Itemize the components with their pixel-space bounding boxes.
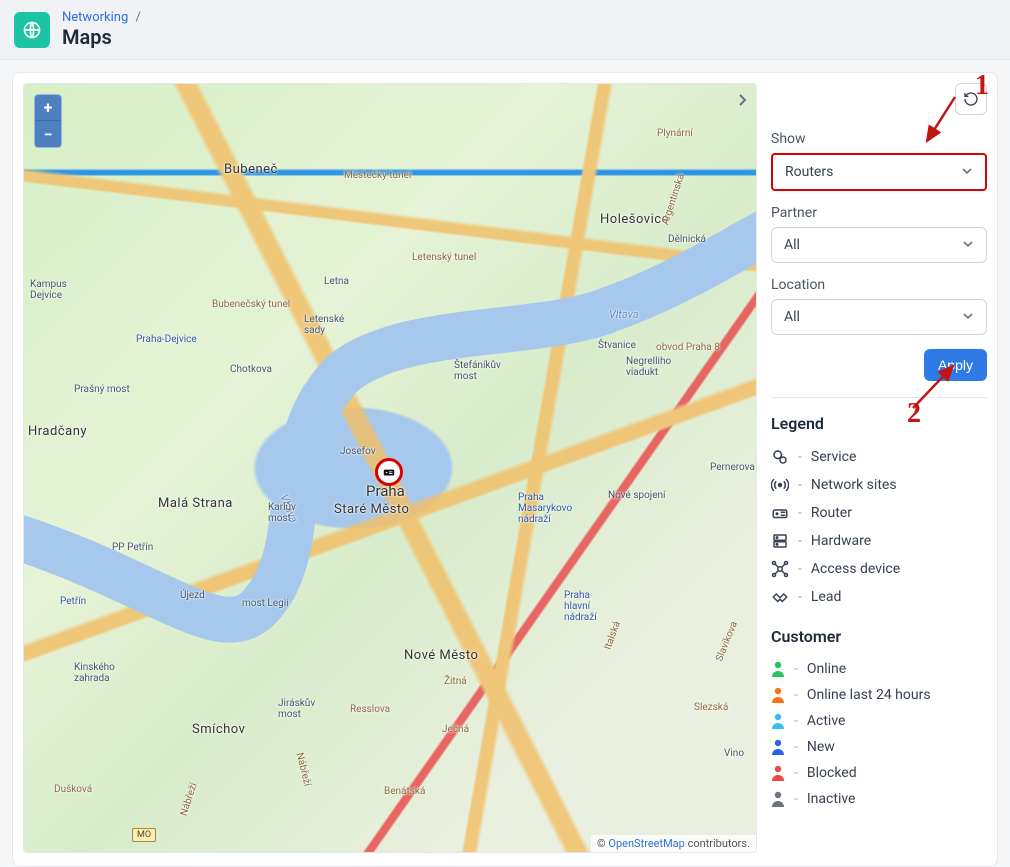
chevron-down-icon: [962, 310, 974, 325]
apply-row: Apply: [771, 349, 987, 398]
partner-select[interactable]: All: [771, 227, 987, 263]
partner-value: All: [784, 237, 800, 253]
legend-list: - Service - Network sites - Router - Har…: [771, 443, 987, 611]
zoom-out-button[interactable]: −: [35, 121, 61, 147]
breadcrumb-root[interactable]: Networking: [62, 10, 128, 25]
person-icon: [771, 687, 785, 703]
customer-title: Customer: [771, 627, 987, 646]
field-location: Location All: [771, 277, 987, 335]
customer-item: - Inactive: [771, 786, 987, 812]
legend-label: Service: [811, 449, 857, 465]
page-title: Maps: [62, 25, 145, 49]
legend-item-service: - Service: [771, 443, 987, 471]
legend-label: Access device: [811, 561, 900, 577]
field-partner: Partner All: [771, 205, 987, 263]
customer-item: - Online: [771, 656, 987, 682]
osm-link[interactable]: OpenStreetMap: [608, 837, 684, 850]
customer-item: - Online last 24 hours: [771, 682, 987, 708]
person-icon: [771, 791, 785, 807]
map-scale-badge: MO: [132, 828, 156, 842]
legend-label: Hardware: [811, 533, 871, 549]
person-icon: [771, 713, 785, 729]
apply-button[interactable]: Apply: [924, 349, 987, 381]
show-label: Show: [771, 131, 987, 147]
chevron-down-icon: [962, 238, 974, 253]
show-select[interactable]: Routers: [771, 153, 987, 191]
customer-label: Blocked: [807, 765, 857, 781]
legend-label: Router: [811, 505, 852, 521]
main-card: Bubeneč Holešovice Dělnická Kampus Dejvi…: [12, 72, 998, 867]
customer-label: Online last 24 hours: [807, 687, 931, 703]
person-icon: [771, 739, 785, 755]
customer-item: - New: [771, 734, 987, 760]
person-icon: [771, 661, 785, 677]
legend-item-hardware: - Hardware: [771, 527, 987, 555]
access-device-icon: [771, 560, 789, 578]
attribution-prefix: ©: [597, 837, 608, 850]
legend-item-access: - Access device: [771, 555, 987, 583]
field-show: Show Routers: [771, 131, 987, 191]
show-value: Routers: [785, 164, 833, 180]
router-marker[interactable]: [375, 458, 403, 486]
legend-item-network: - Network sites: [771, 471, 987, 499]
attribution-suffix: contributors.: [685, 837, 750, 850]
customer-label: Active: [807, 713, 846, 729]
sidebar: Show Routers Partner All Location All: [771, 83, 987, 856]
legend-label: Lead: [811, 589, 841, 605]
hardware-icon: [771, 532, 789, 550]
header-text: Networking / Maps: [62, 10, 145, 49]
zoom-in-button[interactable]: +: [35, 95, 61, 121]
handshake-icon: [771, 588, 789, 606]
zoom-control: + −: [34, 94, 62, 148]
map-pane[interactable]: Bubeneč Holešovice Dělnická Kampus Dejvi…: [23, 83, 757, 853]
map-attribution: © OpenStreetMap contributors.: [591, 835, 756, 852]
customer-item: - Active: [771, 708, 987, 734]
breadcrumb-sep: /: [135, 10, 140, 25]
page-header: Networking / Maps: [0, 0, 1010, 60]
customer-list: - Online - Online last 24 hours - Active…: [771, 656, 987, 812]
router-icon: [771, 504, 789, 522]
globe-icon: [14, 12, 50, 48]
customer-label: Inactive: [807, 791, 856, 807]
legend-title: Legend: [771, 414, 987, 433]
partner-label: Partner: [771, 205, 987, 221]
person-icon: [771, 765, 785, 781]
location-label: Location: [771, 277, 987, 293]
chevron-down-icon: [961, 165, 973, 180]
refresh-button[interactable]: [955, 83, 987, 115]
broadcast-icon: [771, 476, 789, 494]
location-select[interactable]: All: [771, 299, 987, 335]
customer-item: - Blocked: [771, 760, 987, 786]
customer-label: Online: [807, 661, 846, 677]
service-icon: [771, 448, 789, 466]
collapse-sidebar-toggle[interactable]: [732, 90, 752, 110]
legend-item-router: - Router: [771, 499, 987, 527]
location-value: All: [784, 309, 800, 325]
breadcrumb: Networking /: [62, 10, 145, 25]
legend-item-lead: - Lead: [771, 583, 987, 611]
customer-label: New: [807, 739, 835, 755]
legend-label: Network sites: [811, 477, 897, 493]
